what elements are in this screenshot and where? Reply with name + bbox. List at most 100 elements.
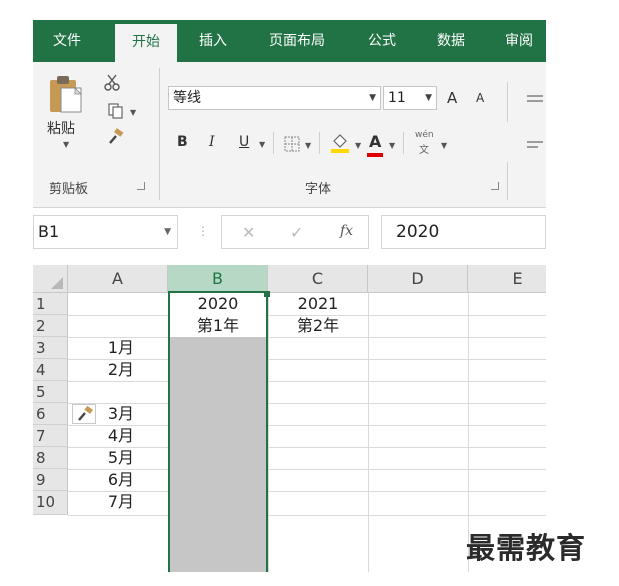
clipboard-launcher-icon[interactable] [137, 182, 145, 190]
column-header-d[interactable]: D [368, 265, 468, 293]
formula-bar: B1 ▼ ⋮ ✕ ✓ fx 2020 [33, 215, 546, 249]
ribbon-tab-bar: 文件 开始 插入 页面布局 公式 数据 审阅 [33, 20, 546, 62]
divider [273, 132, 274, 154]
column-header-e[interactable]: E [468, 265, 546, 293]
formula-bar-grip-icon[interactable]: ⋮ [197, 224, 209, 238]
paste-options-button[interactable] [72, 404, 96, 424]
font-color-button[interactable]: A [369, 132, 381, 151]
phonetic-sub-label: 文 [419, 145, 429, 156]
paste-button[interactable]: 粘贴 ▼ [43, 74, 87, 152]
row-header-9[interactable]: 9 [33, 469, 68, 491]
gridline [68, 337, 546, 338]
font-size-select[interactable]: 11 ▼ [383, 86, 437, 110]
italic-button[interactable]: I [209, 134, 215, 150]
cell-a8[interactable]: 5月 [68, 447, 134, 469]
paste-label: 粘贴 [47, 121, 75, 137]
gridline [68, 403, 546, 404]
underline-dropdown-icon[interactable]: ▼ [259, 140, 265, 149]
chevron-down-icon[interactable]: ▼ [164, 216, 171, 248]
select-all-corner[interactable] [33, 265, 68, 293]
borders-dropdown-icon[interactable]: ▼ [305, 141, 311, 150]
insert-function-icon[interactable]: fx [340, 223, 353, 239]
row-header-3[interactable]: 3 [33, 337, 68, 359]
font-family-value: 等线 [173, 90, 201, 106]
align-left-icon[interactable] [527, 140, 543, 152]
phonetic-button[interactable]: wén [415, 130, 434, 140]
row-header-7[interactable]: 7 [33, 425, 68, 447]
align-top-icon[interactable] [527, 94, 543, 106]
divider [403, 132, 404, 154]
clipboard-group-label: 剪贴板 [49, 182, 89, 197]
font-color-swatch [367, 153, 383, 157]
cut-icon[interactable] [103, 74, 121, 92]
gridline [68, 469, 546, 470]
row-header-6[interactable]: 6 [33, 403, 68, 425]
cell-a4[interactable]: 2月 [68, 359, 134, 381]
name-box[interactable]: B1 ▼ [33, 215, 178, 249]
row-header-1[interactable]: 1 [33, 293, 68, 315]
group-divider [507, 162, 508, 200]
cell-c2[interactable]: 第2年 [268, 315, 368, 337]
font-group-label: 字体 [305, 182, 332, 197]
ribbon-home: 粘贴 ▼ ▼ 剪贴板 等线 ▼ 11 ▼ A A B I U ▼ ▼ ▼ A ▼… [33, 62, 546, 208]
tab-page-layout[interactable]: 页面布局 [255, 20, 339, 62]
gridline [68, 359, 546, 360]
bold-button[interactable]: B [177, 134, 188, 150]
tab-review[interactable]: 审阅 [491, 20, 546, 62]
phonetic-dropdown-icon[interactable]: ▼ [441, 141, 447, 150]
tab-insert[interactable]: 插入 [185, 20, 241, 62]
cell-a9[interactable]: 6月 [68, 469, 134, 491]
font-launcher-icon[interactable] [491, 182, 499, 190]
row-header-8[interactable]: 8 [33, 447, 68, 469]
row-header-2[interactable]: 2 [33, 315, 68, 337]
copy-dropdown-icon[interactable]: ▼ [130, 108, 136, 117]
cell-b1[interactable]: 2020 [168, 293, 268, 315]
watermark-logo: 最需教育 [466, 531, 587, 565]
divider [319, 132, 320, 154]
row-header-5[interactable]: 5 [33, 381, 68, 403]
font-color-dropdown-icon[interactable]: ▼ [389, 141, 395, 150]
gridline [68, 381, 546, 382]
cell-a10[interactable]: 7月 [68, 491, 134, 513]
tab-file[interactable]: 文件 [39, 20, 95, 62]
excel-window: 文件 开始 插入 页面布局 公式 数据 审阅 粘贴 ▼ ▼ 剪贴板 等线 ▼ 1… [33, 20, 546, 572]
clipboard-paste-icon [50, 76, 82, 113]
cell-c1[interactable]: 2021 [268, 293, 368, 315]
formula-input[interactable]: 2020 [381, 215, 546, 249]
fill-color-icon[interactable] [329, 132, 351, 154]
tab-data[interactable]: 数据 [423, 20, 479, 62]
cancel-icon[interactable]: ✕ [242, 223, 255, 242]
format-painter-icon[interactable] [107, 128, 125, 146]
paste-dropdown-icon: ▼ [63, 140, 70, 149]
group-divider [159, 68, 160, 200]
row-header-10[interactable]: 10 [33, 491, 68, 515]
chevron-down-icon: ▼ [369, 93, 376, 103]
borders-icon[interactable] [284, 136, 300, 152]
tab-formulas[interactable]: 公式 [354, 20, 410, 62]
font-family-select[interactable]: 等线 ▼ [168, 86, 381, 110]
gridline [68, 515, 546, 516]
grow-font-button[interactable]: A [447, 89, 457, 107]
group-divider [507, 82, 508, 122]
cell-a3[interactable]: 1月 [68, 337, 134, 359]
name-box-value: B1 [38, 222, 60, 241]
underline-button[interactable]: U [239, 134, 249, 150]
gridline [68, 491, 546, 492]
row-header-4[interactable]: 4 [33, 359, 68, 381]
font-size-value: 11 [388, 90, 406, 106]
enter-icon[interactable]: ✓ [290, 223, 303, 242]
column-header-c[interactable]: C [268, 265, 368, 293]
cell-a7[interactable]: 4月 [68, 425, 134, 447]
paint-brush-icon [78, 406, 93, 421]
screenshot: 文件 开始 插入 页面布局 公式 数据 审阅 粘贴 ▼ ▼ 剪贴板 等线 ▼ 1… [0, 0, 619, 586]
copy-icon[interactable] [107, 102, 125, 120]
column-header-a[interactable]: A [68, 265, 168, 293]
gridline [368, 293, 369, 572]
column-header-b[interactable]: B [168, 265, 268, 293]
shrink-font-button[interactable]: A [476, 91, 484, 105]
fill-color-dropdown-icon[interactable]: ▼ [355, 141, 361, 150]
tab-home[interactable]: 开始 [115, 24, 177, 62]
gridline [68, 447, 546, 448]
cell-b2[interactable]: 第1年 [168, 315, 268, 337]
formula-buttons: ✕ ✓ fx [221, 215, 369, 249]
